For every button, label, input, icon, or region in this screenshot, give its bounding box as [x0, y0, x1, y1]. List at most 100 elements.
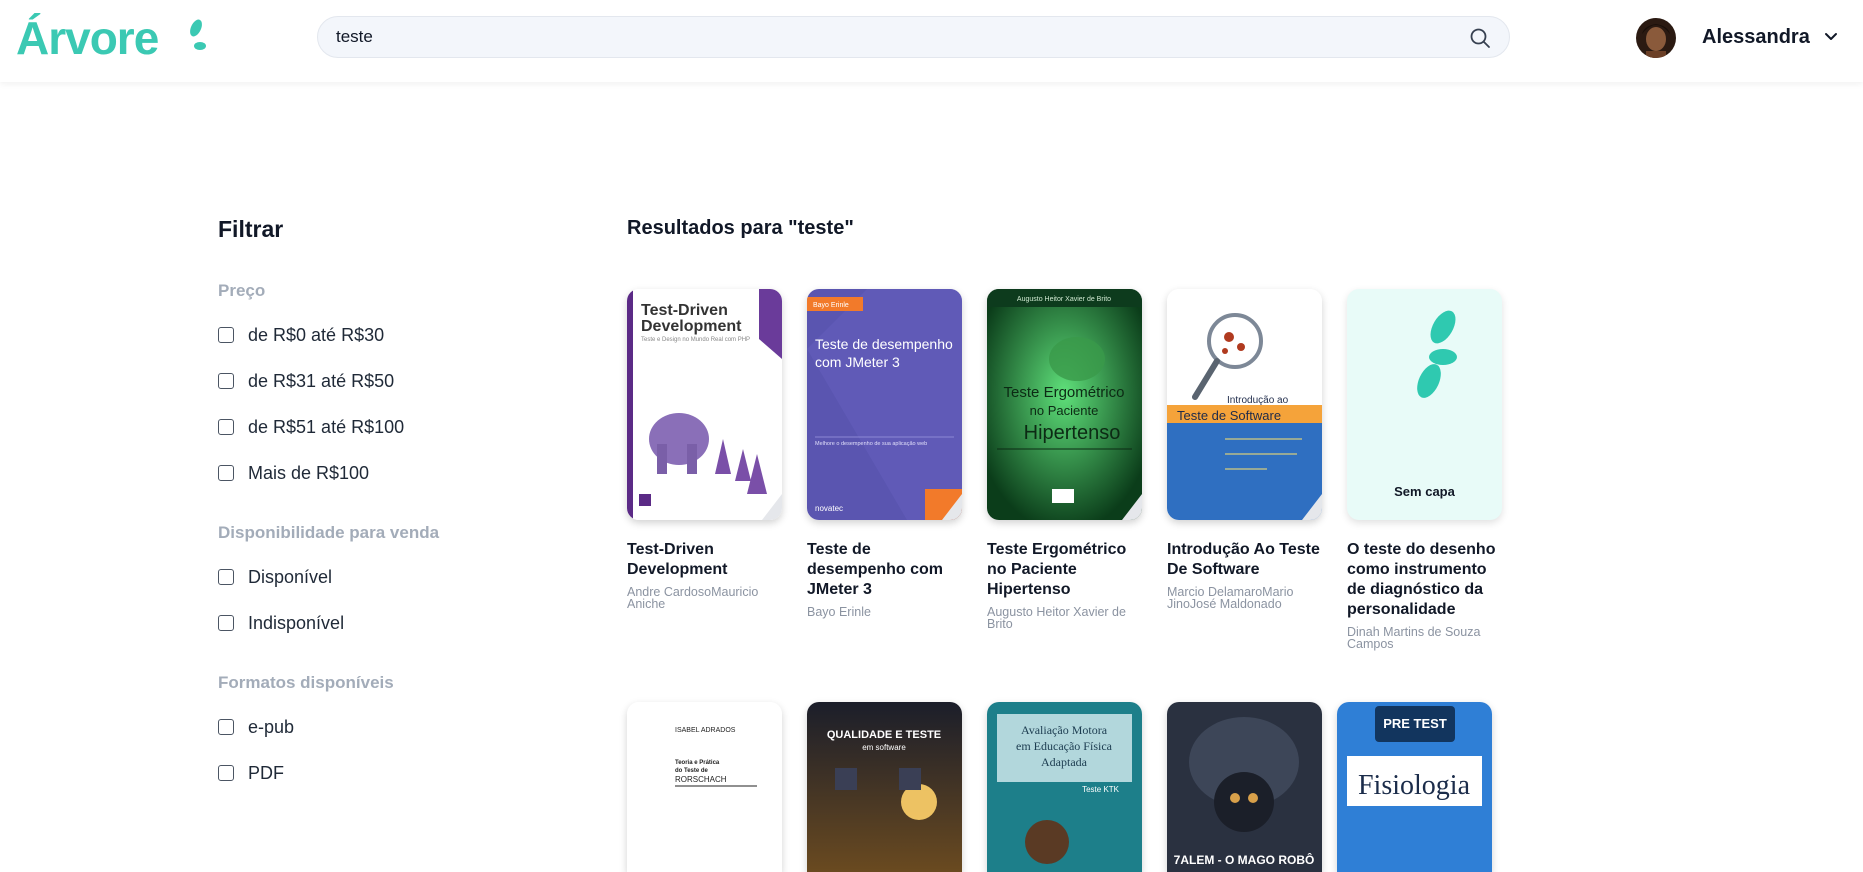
filter-option-label: e-pub	[248, 716, 295, 737]
user-name[interactable]: Alessandra	[1702, 26, 1810, 49]
book-cover[interactable]: 7ALEM - O MAGO ROBÔ	[1167, 702, 1322, 872]
checkbox[interactable]	[218, 373, 234, 389]
cover-author: ISABEL ADRADOS	[675, 727, 736, 734]
cover-title-line1: Avaliação Motora	[1021, 723, 1108, 737]
cover-title-line1: Teste Ergométrico	[1004, 384, 1125, 401]
cover-title-line1: Introdução ao	[1227, 395, 1289, 406]
cover-subtitle: Teste KTK	[1082, 785, 1120, 794]
filter-option-pdf[interactable]: PDF	[218, 761, 284, 785]
book-cover-image: Introdução ao Teste de Software	[1167, 289, 1322, 520]
search-icon[interactable]	[1469, 27, 1491, 49]
cover-badge: PRE TEST	[1383, 716, 1447, 731]
filter-title: Filtrar	[218, 216, 284, 242]
book-title[interactable]: O teste do desenho como instrumento de d…	[1347, 540, 1505, 620]
avatar-image	[1636, 18, 1676, 58]
filter-option-unavailable[interactable]: Indisponível	[218, 611, 344, 635]
cover-title-line2: no Paciente	[1030, 403, 1099, 418]
cover-author: Augusto Heitor Xavier de Brito	[1017, 296, 1111, 303]
book-card[interactable]: Bayo Erinle Teste de desempenho com JMet…	[807, 289, 963, 619]
filter-option-price-over-100[interactable]: Mais de R$100	[218, 461, 369, 485]
checkbox[interactable]	[218, 719, 234, 735]
book-card[interactable]: Avaliação Motora em Educação Física Adap…	[987, 702, 1143, 872]
cover-title-line1: Test-Driven	[641, 302, 728, 319]
book-cover-image: Bayo Erinle Teste de desempenho com JMet…	[807, 289, 962, 520]
book-card[interactable]: 7ALEM - O MAGO ROBÔ	[1167, 702, 1323, 872]
filter-option-price-0-30[interactable]: de R$0 até R$30	[218, 323, 384, 347]
checkbox[interactable]	[218, 765, 234, 781]
filter-group-availability-title: Disponibilidade para venda	[218, 523, 440, 542]
book-cover-image: PRE TEST Fisiologia	[1337, 702, 1492, 872]
book-author: Augusto Heitor Xavier de Brito	[987, 605, 1126, 631]
filter-group-price-title: Preço	[218, 281, 266, 300]
filter-option-price-31-50[interactable]: de R$31 até R$50	[218, 369, 394, 393]
book-title[interactable]: Teste de desempenho com JMeter 3	[807, 540, 965, 600]
logo-text: Árvore	[16, 12, 159, 64]
book-title[interactable]: Test-Driven Development	[627, 540, 785, 580]
checkbox[interactable]	[218, 327, 234, 343]
cover-title: 7ALEM - O MAGO ROBÔ	[1174, 852, 1315, 867]
book-title[interactable]: Introdução Ao Teste De Software	[1167, 540, 1325, 580]
cover-title: Teoria e Prática	[675, 760, 720, 766]
top-bar: Árvore Alessandra	[0, 0, 1863, 82]
cover-title-line1: Teste de desempenho	[815, 336, 953, 352]
cover-title-line2: em Educação Física	[1016, 739, 1113, 753]
filter-option-label: PDF	[248, 762, 284, 783]
cover-title-line2: Development	[641, 318, 742, 335]
book-card[interactable]: Augusto Heitor Xavier de Brito Teste Erg…	[987, 289, 1145, 631]
search-bar[interactable]	[317, 16, 1510, 58]
book-cover[interactable]: Test-Driven Development Teste e Design n…	[627, 289, 782, 520]
avatar[interactable]	[1636, 18, 1676, 58]
book-card[interactable]: Introdução ao Teste de Software Introduç…	[1167, 289, 1323, 619]
book-card[interactable]: Test-Driven Development Teste e Design n…	[627, 289, 783, 619]
book-cover[interactable]: ISABEL ADRADOS Teoria e Prática do Teste…	[627, 702, 782, 872]
filter-option-label: Indisponível	[248, 612, 345, 633]
filter-option-label: Mais de R$100	[248, 462, 370, 483]
checkbox[interactable]	[218, 615, 234, 631]
book-card[interactable]: PRE TEST Fisiologia	[1337, 702, 1493, 872]
book-cover[interactable]: QUALIDADE E TESTE em software	[807, 702, 962, 872]
book-cover[interactable]: Bayo Erinle Teste de desempenho com JMet…	[807, 289, 962, 520]
cover-title-line3: Adaptada	[1041, 755, 1088, 769]
book-card[interactable]: ISABEL ADRADOS Teoria e Prática do Teste…	[627, 702, 783, 872]
book-author: Dinah Martins de Souza Campos	[1347, 625, 1481, 651]
checkbox[interactable]	[218, 465, 234, 481]
cover-title: Fisiologia	[1358, 770, 1471, 801]
filter-option-price-51-100[interactable]: de R$51 até R$100	[218, 415, 404, 439]
book-cover[interactable]: Avaliação Motora em Educação Física Adap…	[987, 702, 1142, 872]
cover-publisher: novatec	[815, 504, 843, 513]
book-cover-placeholder[interactable]: Sem capa	[1347, 289, 1502, 520]
filter-option-available[interactable]: Disponível	[218, 565, 332, 589]
book-card[interactable]: QUALIDADE E TESTE em software	[807, 702, 963, 872]
filter-group-formats-title: Formatos disponíveis	[218, 673, 394, 692]
filter-option-label: Disponível	[248, 566, 333, 587]
chevron-down-icon[interactable]	[1824, 30, 1838, 44]
cover-subtitle: Teste e Design no Mundo Real com PHP	[641, 337, 750, 343]
cover-badge: Bayo Erinle	[813, 302, 849, 309]
book-cover-image: QUALIDADE E TESTE em software	[807, 702, 962, 872]
no-cover-label: Sem capa	[1394, 484, 1455, 499]
filter-option-label: de R$0 até R$30	[248, 324, 385, 345]
filter-option-label: de R$51 até R$100	[248, 416, 405, 437]
book-cover[interactable]: PRE TEST Fisiologia	[1337, 702, 1492, 872]
book-cover-image: Augusto Heitor Xavier de Brito Teste Erg…	[987, 289, 1142, 520]
checkbox[interactable]	[218, 569, 234, 585]
book-author: Marcio DelamaroMario JinoJosé Maldonado	[1167, 585, 1294, 611]
book-author: Andre CardosoMauricio Aniche	[627, 585, 759, 611]
book-cover-image: 7ALEM - O MAGO ROBÔ	[1167, 702, 1322, 872]
book-cover[interactable]: Augusto Heitor Xavier de Brito Teste Erg…	[987, 289, 1142, 520]
book-cover[interactable]: Introdução ao Teste de Software	[1167, 289, 1322, 520]
cover-subtitle: Melhore o desempenho de sua aplicação we…	[815, 441, 927, 447]
cover-subtitle: em software	[862, 743, 906, 752]
leaves-icon	[190, 19, 206, 50]
book-cover-image: Avaliação Motora em Educação Física Adap…	[987, 702, 1142, 872]
checkbox[interactable]	[218, 419, 234, 435]
search-input[interactable]	[336, 17, 1436, 57]
cover-title-line2: do Teste de	[675, 768, 709, 774]
book-author: Bayo Erinle	[807, 605, 871, 619]
arvore-logo[interactable]: Árvore	[16, 12, 206, 64]
filter-option-epub[interactable]: e-pub	[218, 715, 294, 739]
book-title[interactable]: Teste Ergométrico no Paciente Hipertenso	[987, 540, 1145, 600]
book-card[interactable]: Sem capa O teste do desenho como instrum…	[1347, 289, 1505, 651]
cover-title: QUALIDADE E TESTE	[827, 729, 941, 741]
cover-title-line2: Teste de Software	[1177, 408, 1281, 423]
